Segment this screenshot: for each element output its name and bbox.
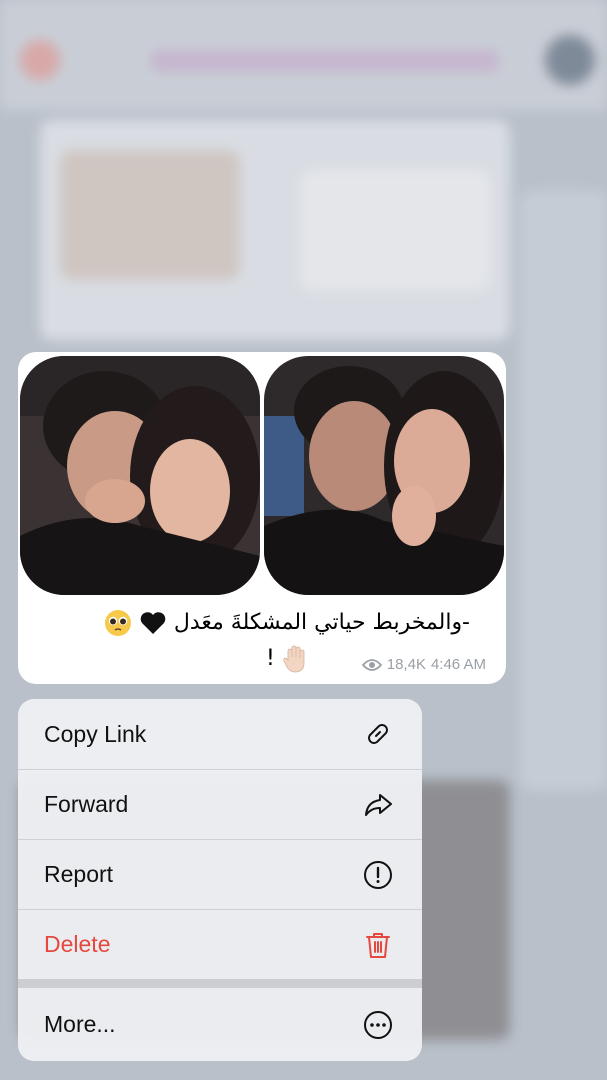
pleading-face-icon	[104, 610, 131, 636]
context-menu: Copy Link Forward Report Delete More...	[18, 699, 422, 1061]
menu-item-label: Delete	[44, 931, 111, 957]
menu-item-label: Copy Link	[44, 720, 147, 747]
menu-item-label: Report	[44, 861, 114, 887]
caption-exclamation: !	[266, 646, 275, 671]
exclamation-circle-icon	[362, 859, 394, 891]
caption-text: -والمخربط حياتي المشكلةَ معَدل	[173, 610, 470, 635]
photo-1[interactable]	[20, 356, 260, 595]
forward-menu-item[interactable]: Forward	[18, 769, 422, 839]
message-meta: 18,4K 4:46 AM	[361, 656, 486, 673]
trash-icon	[362, 929, 394, 961]
menu-item-label: More...	[44, 1011, 116, 1037]
report-menu-item[interactable]: Report	[18, 839, 422, 909]
ellipsis-circle-icon	[362, 1009, 394, 1041]
delete-menu-item[interactable]: Delete	[18, 909, 422, 979]
forward-arrow-icon	[362, 789, 394, 821]
message-caption: -والمخربط حياتي المشكلةَ معَدل	[30, 606, 470, 640]
menu-separator	[18, 979, 422, 988]
message-bubble[interactable]: -والمخربط حياتي المشكلةَ معَدل ! 18,4K 4…	[18, 352, 506, 684]
caption-second-line: !	[266, 642, 310, 676]
more-menu-item[interactable]: More...	[18, 988, 422, 1061]
raised-hand-icon	[283, 645, 305, 673]
eye-icon	[361, 658, 382, 671]
copy-link-menu-item[interactable]: Copy Link	[18, 699, 422, 769]
photo-2[interactable]	[264, 356, 504, 595]
black-heart-icon	[140, 612, 166, 634]
link-icon	[362, 718, 394, 750]
message-time: 4:46 AM	[430, 656, 486, 673]
view-count: 18,4K	[386, 656, 426, 673]
menu-item-label: Forward	[44, 791, 129, 817]
